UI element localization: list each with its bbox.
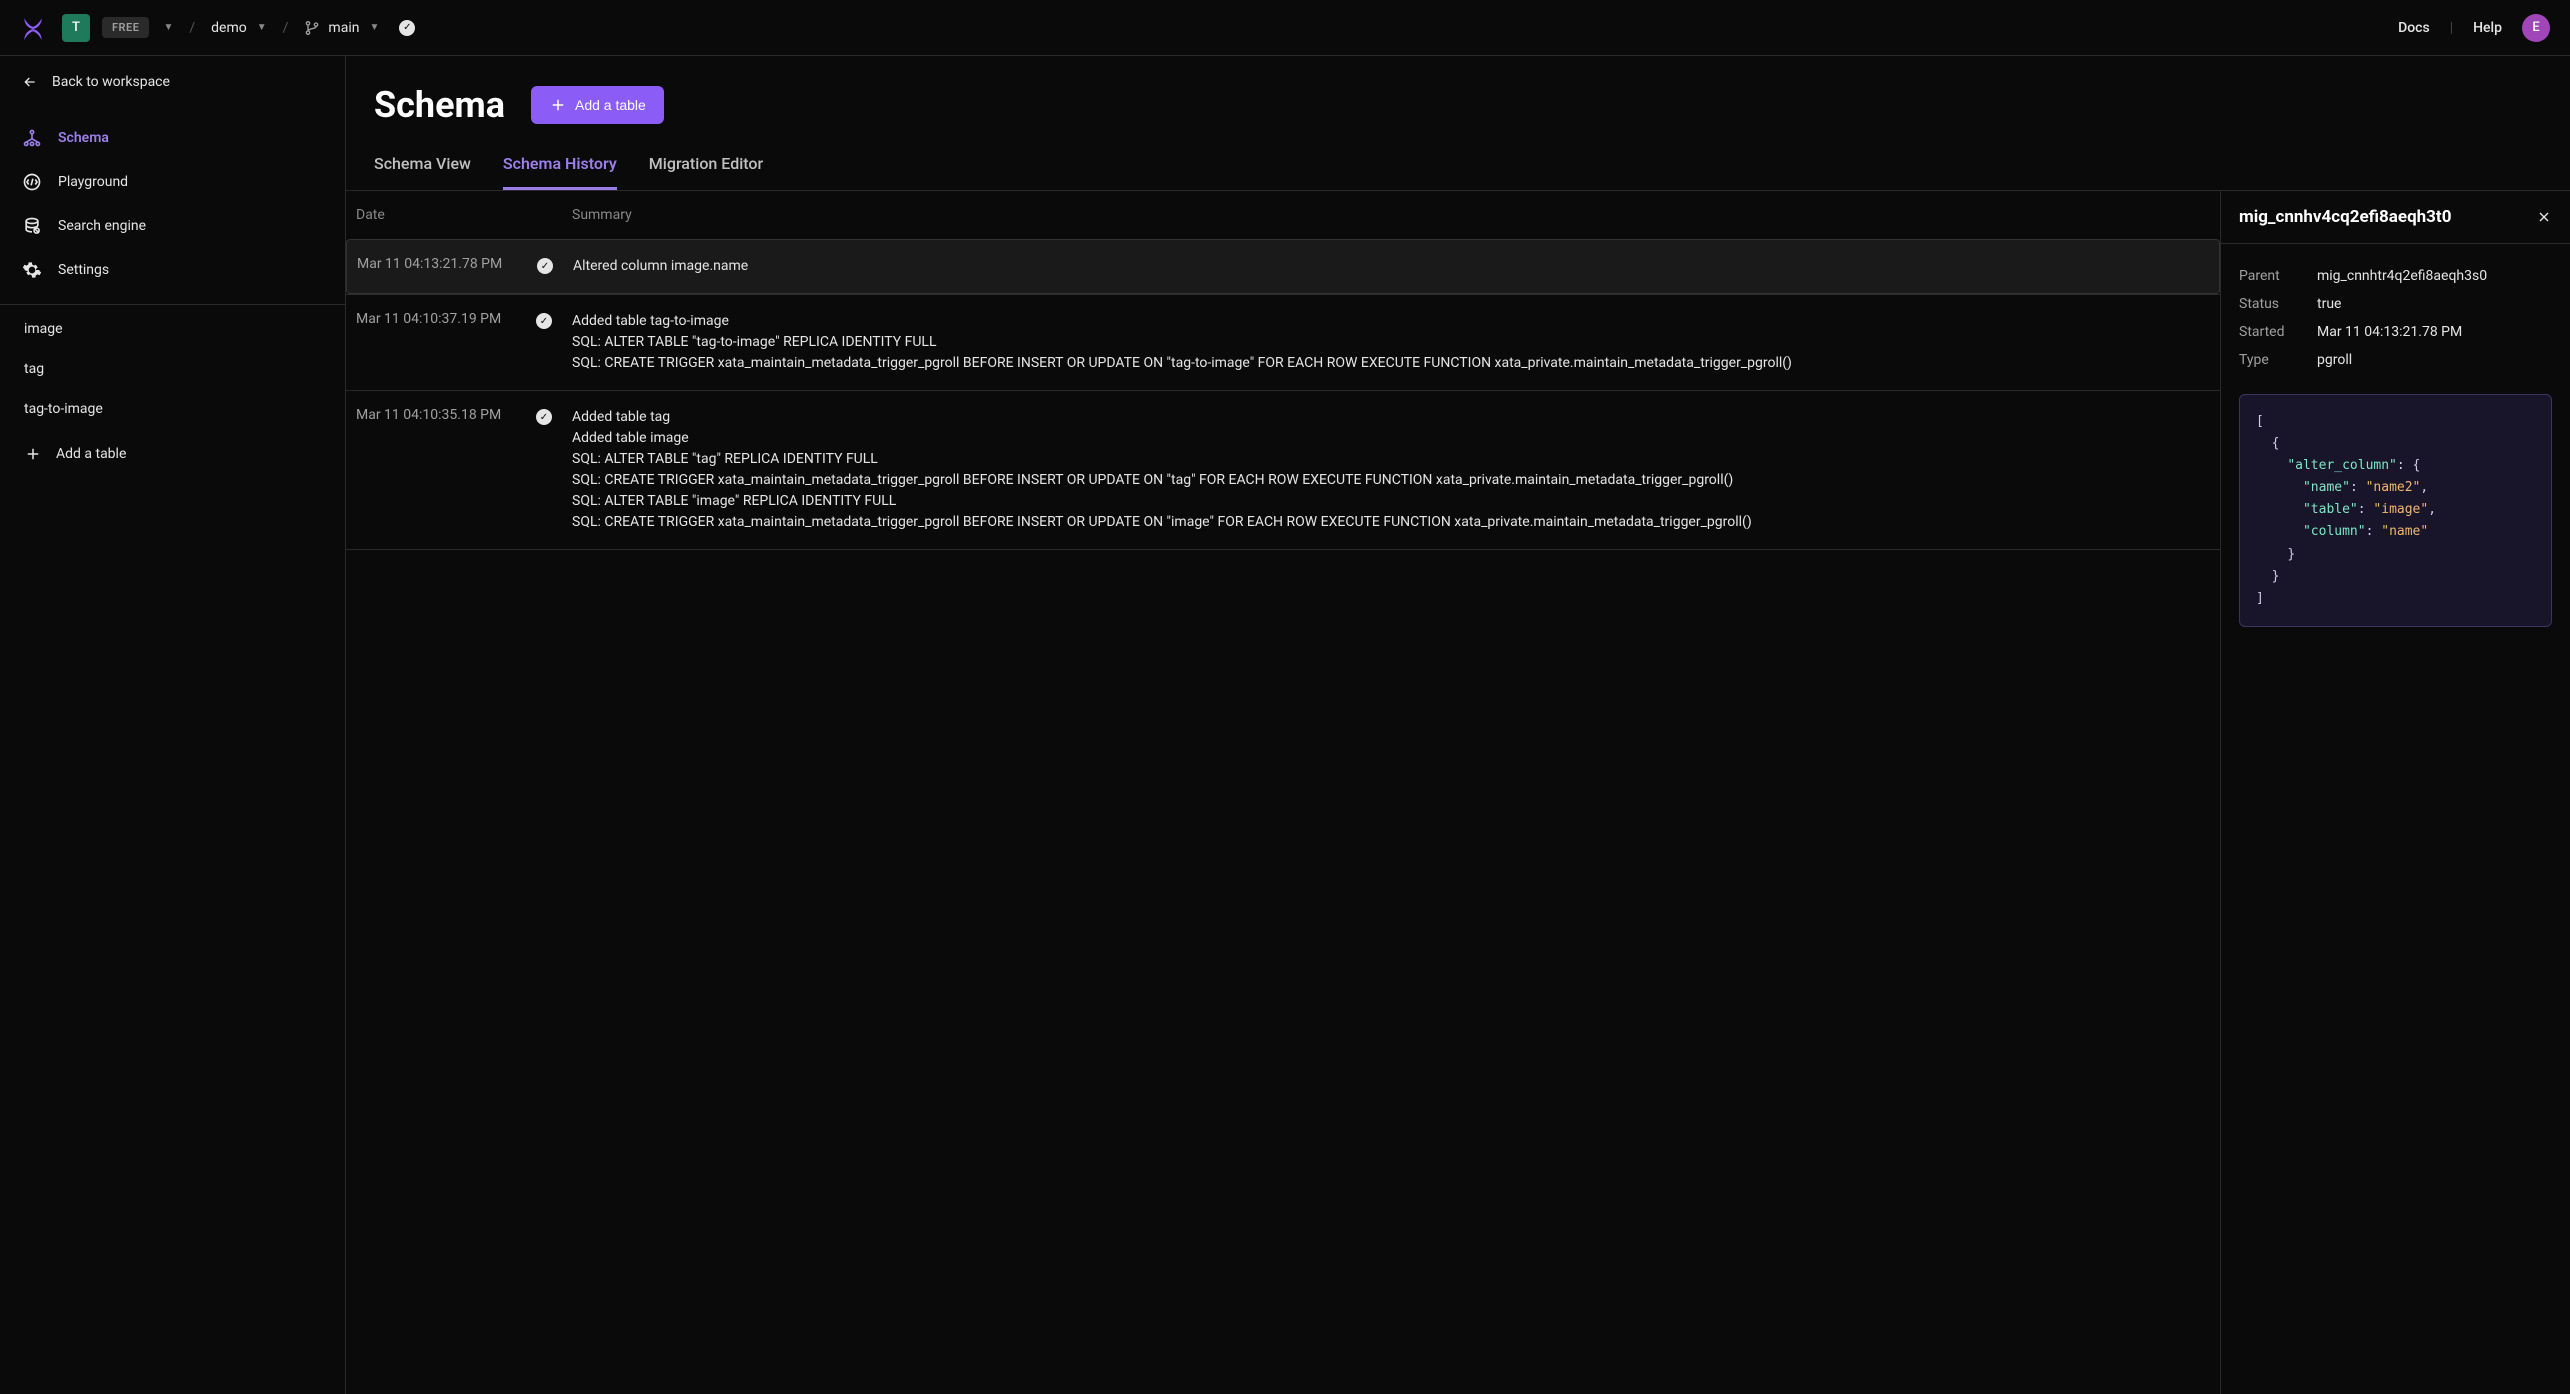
chevron-down-icon: ▼ [257,22,267,33]
prop-value: Mar 11 04:13:21.78 PM [2317,324,2552,340]
breadcrumb-sep: / [185,20,199,36]
back-to-workspace[interactable]: Back to workspace [0,56,345,108]
arrow-left-icon [22,74,38,90]
main: Schema Add a table Schema View Schema His… [346,56,2570,1394]
nav-label: Playground [58,174,128,190]
prop-value: true [2317,296,2552,312]
col-header-date: Date [356,207,572,223]
nav-item-search[interactable]: Search engine [0,204,345,248]
prop-label: Parent [2239,268,2317,284]
history-date: Mar 11 04:13:21.78 PM [357,256,537,272]
search-icon [22,216,42,236]
prop-label: Type [2239,352,2317,368]
page-title: Schema [374,84,505,126]
schema-icon [22,128,42,148]
table-item[interactable]: image [0,309,345,349]
breadcrumb-sep: / [279,20,293,36]
tab-history[interactable]: Schema History [503,154,617,190]
check-icon: ✓ [537,256,573,274]
detail-prop: StartedMar 11 04:13:21.78 PM [2239,318,2552,346]
history-summary: Added table tag-to-image SQL: ALTER TABL… [572,311,2210,374]
prop-label: Status [2239,296,2317,312]
docs-link[interactable]: Docs [2398,20,2430,36]
table-item[interactable]: tag-to-image [0,389,345,429]
check-icon: ✓ [536,407,572,425]
help-link[interactable]: Help [2473,20,2502,36]
branch-icon [304,20,320,36]
status-check-icon: ✓ [399,20,415,36]
database-name: demo [211,20,247,36]
nav-label: Settings [58,262,109,278]
detail-title: mig_cnnhv4cq2efi8aeqh3t0 [2239,207,2451,227]
history-row[interactable]: Mar 11 04:10:37.19 PM ✓ Added table tag-… [346,294,2220,390]
add-table-button[interactable]: Add a table [531,86,664,124]
nav-label: Schema [58,130,109,146]
history-summary: Added table tag Added table image SQL: A… [572,407,2210,533]
plus-icon [549,96,567,114]
history-date: Mar 11 04:10:35.18 PM [356,407,536,423]
add-table-button-label: Add a table [575,97,646,113]
plan-badge: FREE [102,17,149,38]
detail-prop: Typepgroll [2239,346,2552,374]
detail-prop: Parentmig_cnnhtr4q2efi8aeqh3s0 [2239,262,2552,290]
col-header-summary: Summary [572,207,2210,223]
close-icon[interactable] [2536,209,2552,225]
migration-json: [ { "alter_column": { "name": "name2", "… [2239,394,2552,627]
sidebar: Back to workspace Schema Playground Search… [0,56,346,1394]
breadcrumb-branch[interactable]: main ▼ [304,20,379,36]
add-table-label: Add a table [56,446,126,462]
history-pane: Date Summary Mar 11 04:13:21.78 PM ✓ Alt… [346,191,2220,1394]
detail-pane: mig_cnnhv4cq2efi8aeqh3t0 Parentmig_cnnht… [2220,191,2570,1394]
history-summary: Altered column image.name [573,256,2209,277]
topbar-sep: | [2450,20,2453,36]
nav-item-settings[interactable]: Settings [0,248,345,292]
history-row[interactable]: Mar 11 04:10:35.18 PM ✓ Added table tag … [346,390,2220,550]
chevron-down-icon[interactable]: ▼ [163,22,173,33]
avatar[interactable]: E [2522,14,2550,42]
chevron-down-icon: ▼ [369,22,379,33]
prop-label: Started [2239,324,2317,340]
settings-icon [22,260,42,280]
detail-prop: Statustrue [2239,290,2552,318]
playground-icon [22,172,42,192]
nav-item-playground[interactable]: Playground [0,160,345,204]
logo-icon[interactable] [20,15,46,41]
nav-item-schema[interactable]: Schema [0,116,345,160]
plus-icon [24,445,42,463]
prop-value: mig_cnnhtr4q2efi8aeqh3s0 [2317,268,2552,284]
back-label: Back to workspace [52,74,170,90]
add-table-sidebar[interactable]: Add a table [0,429,345,479]
check-icon: ✓ [536,311,572,329]
branch-name: main [328,20,359,36]
history-row[interactable]: Mar 11 04:13:21.78 PM ✓ Altered column i… [346,239,2220,294]
breadcrumb-database[interactable]: demo ▼ [211,20,267,36]
history-date: Mar 11 04:10:37.19 PM [356,311,536,327]
workspace-badge[interactable]: T [62,14,90,42]
topbar: T FREE ▼ / demo ▼ / main ▼ ✓ Docs | Help… [0,0,2570,56]
tabs: Schema View Schema History Migration Edito… [374,154,2542,190]
tab-migration[interactable]: Migration Editor [649,154,763,190]
table-item[interactable]: tag [0,349,345,389]
nav-label: Search engine [58,218,146,234]
divider [0,304,345,305]
prop-value: pgroll [2317,352,2552,368]
tab-view[interactable]: Schema View [374,154,471,190]
